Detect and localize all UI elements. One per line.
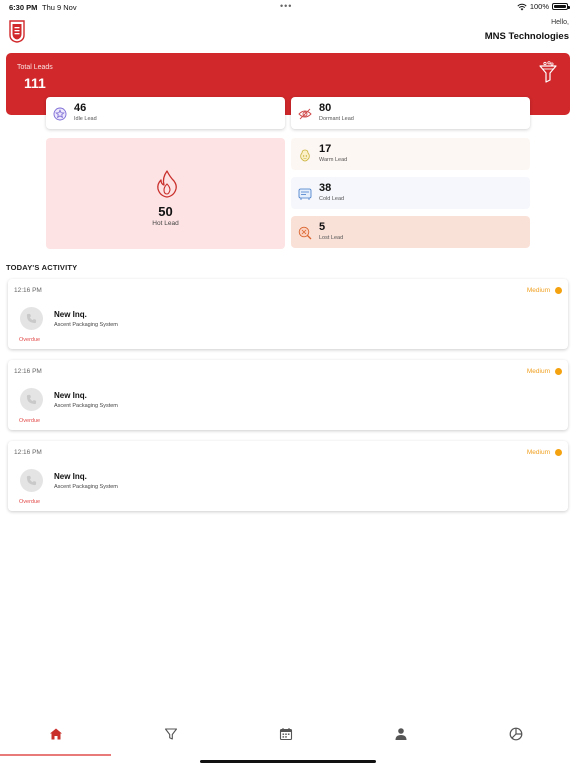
hot-lead-count: 50 — [158, 204, 173, 219]
activity-priority: Medium — [526, 368, 550, 375]
idle-lead-label: Idle Lead — [74, 116, 97, 122]
company-name: MNS Technologies — [484, 31, 569, 42]
filter-icon[interactable] — [164, 727, 178, 741]
activity-card[interactable]: 12:16 PM Medium New Inq. Ascent Packagin… — [8, 441, 568, 511]
activity-status: Overdue — [19, 418, 41, 424]
calendar-icon[interactable] — [279, 727, 293, 741]
app-logo-icon — [9, 20, 25, 43]
phone-icon — [26, 475, 37, 486]
dormant-lead-label: Dormant Lead — [319, 116, 354, 122]
dashboard-icon[interactable] — [509, 727, 523, 741]
activity-status: Overdue — [19, 499, 41, 505]
active-tab-indicator — [0, 754, 111, 756]
warm-lead-card[interactable]: 17 Warm Lead — [291, 138, 530, 170]
section-title-activity: TODAY'S ACTIVITY — [6, 263, 78, 272]
home-indicator[interactable] — [200, 760, 376, 763]
lost-lead-count: 5 — [319, 221, 326, 233]
cold-lead-card[interactable]: 38 Cold Lead — [291, 177, 530, 209]
dormant-lead-card[interactable]: 80 Dormant Lead — [291, 97, 530, 129]
hot-lead-card[interactable]: 50 Hot Lead — [46, 138, 285, 249]
greeting-text: Hello, — [551, 19, 569, 26]
priority-dot-icon — [555, 449, 562, 456]
warm-lead-label: Warm Lead — [319, 157, 348, 163]
cold-lead-count: 38 — [319, 182, 332, 194]
activity-company: Ascent Packaging System — [54, 403, 118, 409]
activity-card[interactable]: 12:16 PM Medium New Inq. Ascent Packagin… — [8, 360, 568, 430]
phone-icon — [26, 313, 37, 324]
funnel-icon — [539, 61, 557, 83]
activity-time: 12:16 PM — [14, 449, 42, 456]
person-icon[interactable] — [394, 727, 408, 741]
activity-time: 12:16 PM — [14, 287, 42, 294]
battery-icon — [552, 3, 570, 10]
activity-company: Ascent Packaging System — [54, 322, 118, 328]
lost-lead-card[interactable]: 5 Lost Lead — [291, 216, 530, 248]
idle-lead-icon — [53, 107, 67, 121]
bottom-nav — [0, 722, 576, 758]
home-icon[interactable] — [49, 727, 63, 741]
total-leads-value: 111 — [24, 75, 46, 91]
activity-name: New Inq. — [54, 310, 87, 319]
status-date: Thu 9 Nov — [42, 3, 77, 12]
hot-lead-label: Hot Lead — [152, 220, 179, 227]
cold-lead-icon — [298, 188, 312, 200]
activity-name: New Inq. — [54, 391, 87, 400]
multitasking-dots[interactable]: ••• — [280, 1, 292, 11]
phone-avatar — [20, 307, 43, 330]
lost-lead-icon — [298, 226, 312, 240]
priority-dot-icon — [555, 287, 562, 294]
idle-lead-card[interactable]: 46 Idle Lead — [46, 97, 285, 129]
wifi-icon — [517, 3, 527, 10]
cold-lead-label: Cold Lead — [319, 196, 345, 202]
activity-company: Ascent Packaging System — [54, 484, 118, 490]
phone-avatar — [20, 388, 43, 411]
activity-priority: Medium — [526, 287, 550, 294]
activity-time: 12:16 PM — [14, 368, 42, 375]
activity-status: Overdue — [19, 337, 41, 343]
dormant-lead-count: 80 — [319, 102, 332, 114]
total-leads-label: Total Leads — [17, 64, 53, 71]
dormant-lead-icon — [298, 108, 312, 120]
status-time: 6:30 PM — [9, 3, 38, 12]
battery-percent: 100% — [529, 2, 549, 11]
phone-icon — [26, 394, 37, 405]
priority-dot-icon — [555, 368, 562, 375]
lost-lead-label: Lost Lead — [319, 235, 344, 241]
status-indicators: 100% — [517, 2, 570, 11]
activity-priority: Medium — [526, 449, 550, 456]
idle-lead-count: 46 — [74, 102, 87, 114]
warm-lead-count: 17 — [319, 143, 332, 155]
activity-name: New Inq. — [54, 472, 87, 481]
warm-lead-icon — [300, 149, 310, 162]
activity-card[interactable]: 12:16 PM Medium New Inq. Ascent Packagin… — [8, 279, 568, 349]
fire-icon — [157, 170, 177, 198]
status-bar: 6:30 PM Thu 9 Nov ••• 100% — [0, 0, 576, 14]
phone-avatar — [20, 469, 43, 492]
